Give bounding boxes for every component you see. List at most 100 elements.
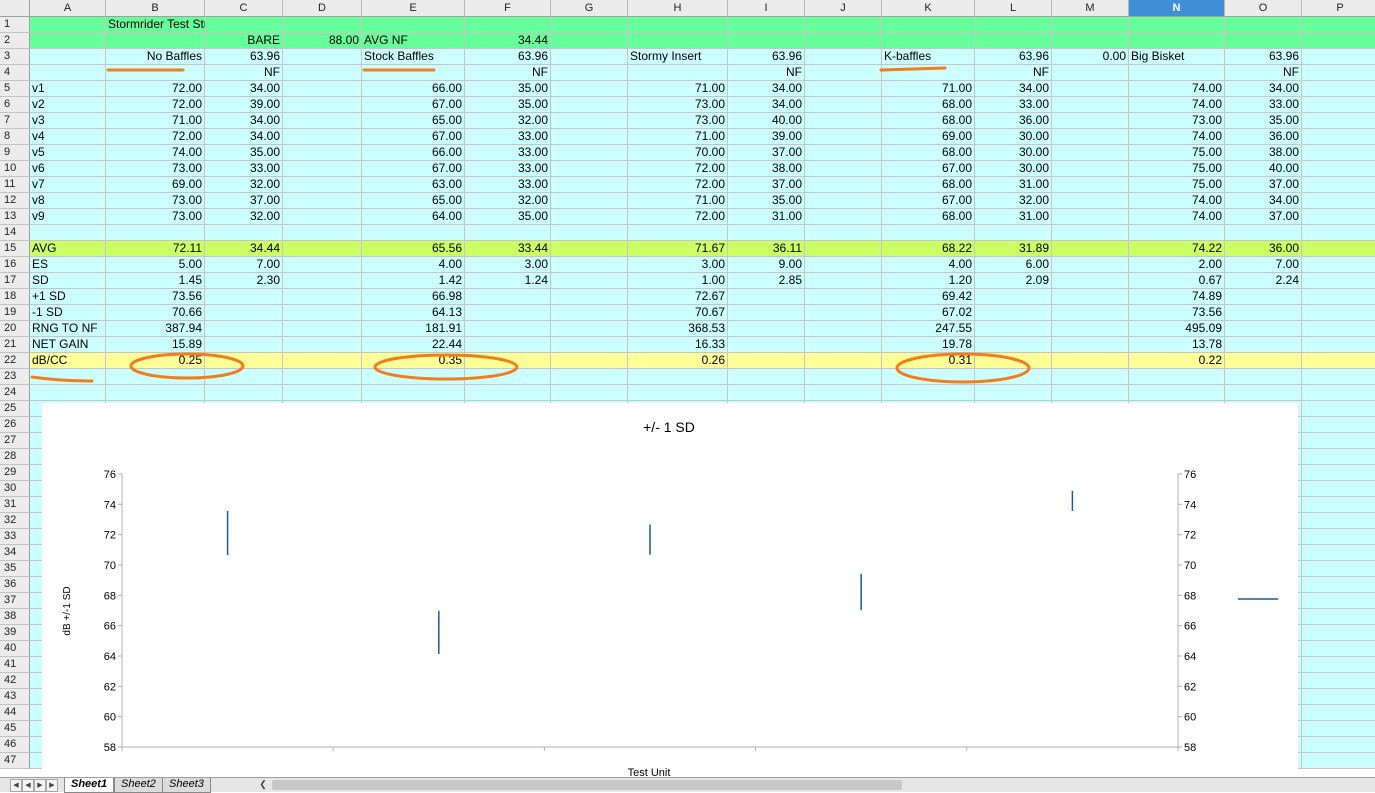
- cell-d4[interactable]: [283, 65, 362, 81]
- cell-p3[interactable]: [1302, 49, 1375, 65]
- cell-j21[interactable]: [805, 337, 882, 353]
- cell-l9[interactable]: 30.00: [975, 145, 1052, 161]
- cell-p1[interactable]: [1302, 17, 1375, 33]
- cell-k19[interactable]: 67.02: [882, 305, 975, 321]
- cell-m8[interactable]: [1052, 129, 1129, 145]
- cell-l24[interactable]: [975, 385, 1052, 401]
- cell-b11[interactable]: 69.00: [106, 177, 205, 193]
- cell-f20[interactable]: [465, 321, 551, 337]
- cell-k15[interactable]: 68.22: [882, 241, 975, 257]
- cell-h18[interactable]: 72.67: [628, 289, 728, 305]
- column-header-a[interactable]: A: [30, 0, 106, 17]
- cell-c21[interactable]: [205, 337, 283, 353]
- cell-b4[interactable]: [106, 65, 205, 81]
- cell-b21[interactable]: 15.89: [106, 337, 205, 353]
- cell-o15[interactable]: 36.00: [1225, 241, 1302, 257]
- cell-f23[interactable]: [465, 369, 551, 385]
- cell-k8[interactable]: 69.00: [882, 129, 975, 145]
- cell-p34[interactable]: [1302, 545, 1375, 561]
- horizontal-scrollbar[interactable]: [272, 780, 902, 790]
- row-header-34[interactable]: 34: [0, 545, 30, 561]
- cell-e19[interactable]: 64.13: [362, 305, 465, 321]
- cell-p14[interactable]: [1302, 225, 1375, 241]
- cell-a12[interactable]: v8: [30, 193, 106, 209]
- column-header-n[interactable]: N: [1129, 0, 1225, 17]
- cell-l3[interactable]: 63.96: [975, 49, 1052, 65]
- cell-a11[interactable]: v7: [30, 177, 106, 193]
- cell-f11[interactable]: 33.00: [465, 177, 551, 193]
- cell-c3[interactable]: 63.96: [205, 49, 283, 65]
- cell-p15[interactable]: [1302, 241, 1375, 257]
- cell-g19[interactable]: [551, 305, 628, 321]
- cell-o23[interactable]: [1225, 369, 1302, 385]
- cell-k12[interactable]: 67.00: [882, 193, 975, 209]
- cell-i23[interactable]: [728, 369, 805, 385]
- cell-p12[interactable]: [1302, 193, 1375, 209]
- cell-p47[interactable]: [1302, 753, 1375, 769]
- cell-a20[interactable]: RNG TO NF: [30, 321, 106, 337]
- cell-k2[interactable]: [882, 33, 975, 49]
- cell-d3[interactable]: [283, 49, 362, 65]
- cell-d13[interactable]: [283, 209, 362, 225]
- cell-d8[interactable]: [283, 129, 362, 145]
- cell-m7[interactable]: [1052, 113, 1129, 129]
- cell-m19[interactable]: [1052, 305, 1129, 321]
- cell-m21[interactable]: [1052, 337, 1129, 353]
- cell-n11[interactable]: 75.00: [1129, 177, 1225, 193]
- row-header-26[interactable]: 26: [0, 417, 30, 433]
- cell-c4[interactable]: NF: [205, 65, 283, 81]
- cell-g4[interactable]: [551, 65, 628, 81]
- cell-l22[interactable]: [975, 353, 1052, 369]
- column-header-p[interactable]: P: [1302, 0, 1375, 17]
- cell-i16[interactable]: 9.00: [728, 257, 805, 273]
- cell-p16[interactable]: [1302, 257, 1375, 273]
- cell-l12[interactable]: 32.00: [975, 193, 1052, 209]
- row-header-42[interactable]: 42: [0, 673, 30, 689]
- cell-l10[interactable]: 30.00: [975, 161, 1052, 177]
- row-header-9[interactable]: 9: [0, 145, 30, 161]
- cell-e21[interactable]: 22.44: [362, 337, 465, 353]
- row-header-41[interactable]: 41: [0, 657, 30, 673]
- cell-o20[interactable]: [1225, 321, 1302, 337]
- cell-l13[interactable]: 31.00: [975, 209, 1052, 225]
- cell-h13[interactable]: 72.00: [628, 209, 728, 225]
- column-header-h[interactable]: H: [628, 0, 728, 17]
- cell-j20[interactable]: [805, 321, 882, 337]
- cell-g5[interactable]: [551, 81, 628, 97]
- cell-i19[interactable]: [728, 305, 805, 321]
- cell-i14[interactable]: [728, 225, 805, 241]
- cell-m10[interactable]: [1052, 161, 1129, 177]
- cell-e18[interactable]: 66.98: [362, 289, 465, 305]
- cell-j1[interactable]: [805, 17, 882, 33]
- cell-p46[interactable]: [1302, 737, 1375, 753]
- cell-d15[interactable]: [283, 241, 362, 257]
- cell-o22[interactable]: [1225, 353, 1302, 369]
- cell-o14[interactable]: [1225, 225, 1302, 241]
- cell-p37[interactable]: [1302, 593, 1375, 609]
- cell-o17[interactable]: 2.24: [1225, 273, 1302, 289]
- row-header-16[interactable]: 16: [0, 257, 30, 273]
- cell-p10[interactable]: [1302, 161, 1375, 177]
- cell-m22[interactable]: [1052, 353, 1129, 369]
- cell-k5[interactable]: 71.00: [882, 81, 975, 97]
- cell-j2[interactable]: [805, 33, 882, 49]
- cell-j4[interactable]: [805, 65, 882, 81]
- row-header-38[interactable]: 38: [0, 609, 30, 625]
- cell-o19[interactable]: [1225, 305, 1302, 321]
- cell-i1[interactable]: [728, 17, 805, 33]
- row-header-17[interactable]: 17: [0, 273, 30, 289]
- cell-f21[interactable]: [465, 337, 551, 353]
- cell-d21[interactable]: [283, 337, 362, 353]
- cell-d12[interactable]: [283, 193, 362, 209]
- cell-l23[interactable]: [975, 369, 1052, 385]
- cell-p4[interactable]: [1302, 65, 1375, 81]
- tab-sheet2[interactable]: Sheet2: [114, 778, 163, 793]
- cell-p31[interactable]: [1302, 497, 1375, 513]
- cell-l14[interactable]: [975, 225, 1052, 241]
- cell-m20[interactable]: [1052, 321, 1129, 337]
- sd-chart[interactable]: +/- 1 SD 58 60 62 64 66 68 70 72 74 76 58 60 62 64 66…: [42, 403, 1298, 778]
- cell-b1[interactable]: Stormrider Test Study: [106, 17, 223, 33]
- row-header-45[interactable]: 45: [0, 721, 30, 737]
- cell-p30[interactable]: [1302, 481, 1375, 497]
- cell-b3[interactable]: No Baffles: [106, 49, 205, 65]
